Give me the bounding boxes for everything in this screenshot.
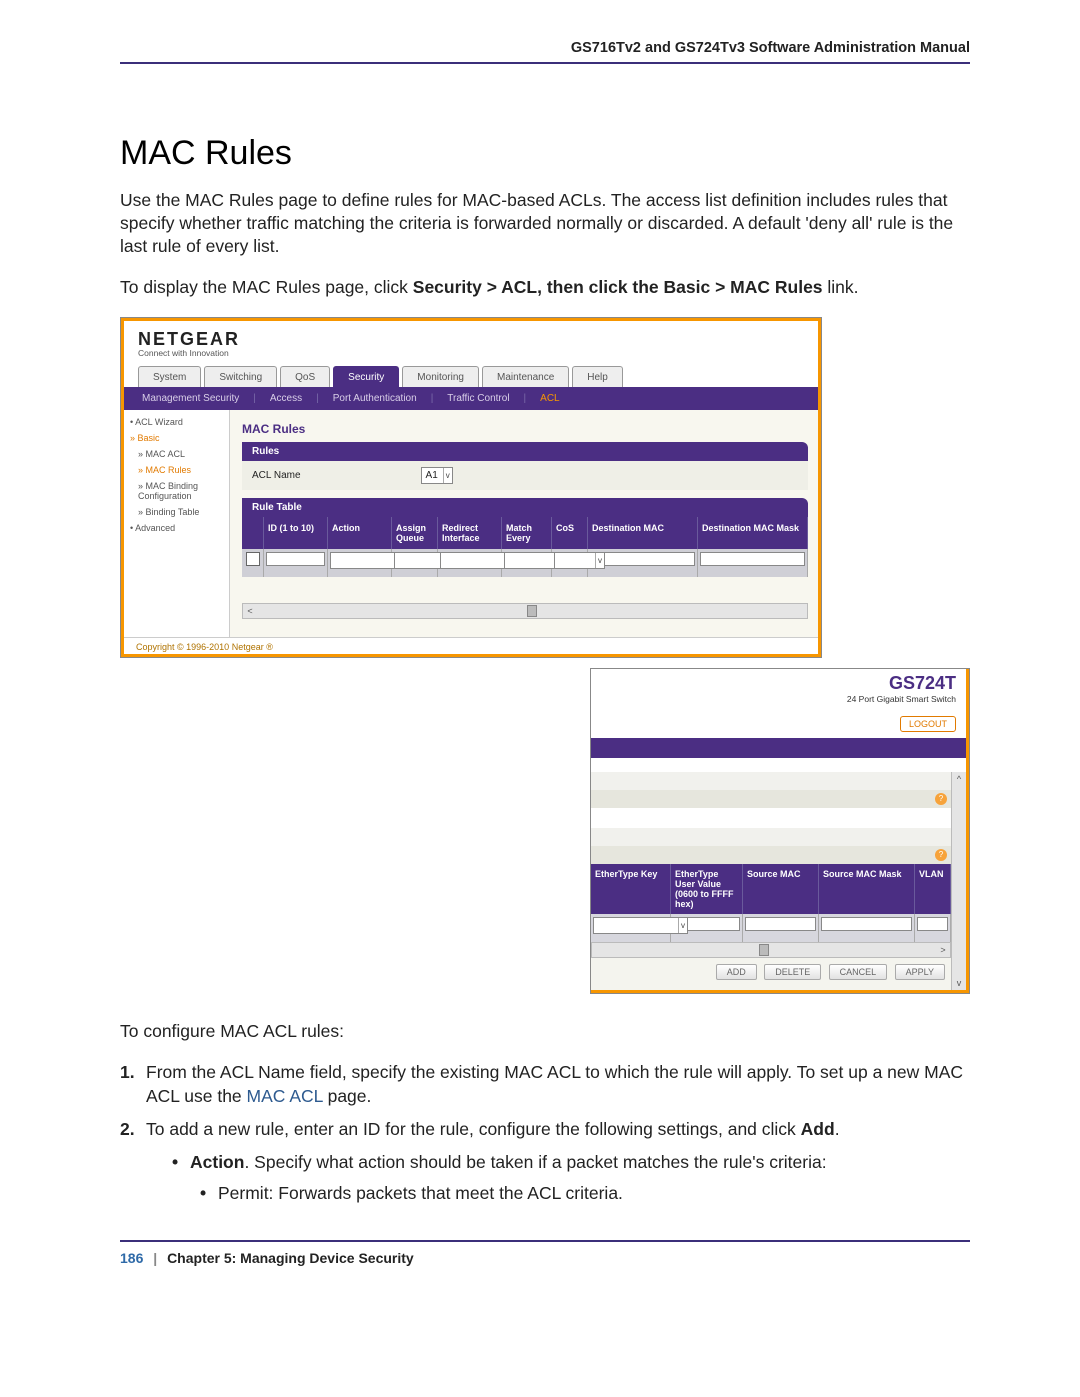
tab-maintenance[interactable]: Maintenance: [482, 366, 569, 387]
subnav-portauth[interactable]: Port Authentication: [329, 393, 421, 404]
cancel-button[interactable]: CANCEL: [829, 964, 888, 980]
product-model: GS724T 24 Port Gigabit Smart Switch: [591, 673, 966, 704]
tab-qos[interactable]: QoS: [280, 366, 330, 387]
page-footer: 186 | Chapter 5: Managing Device Securit…: [120, 1240, 970, 1266]
dest-mac-mask-input[interactable]: [700, 552, 805, 566]
tab-system[interactable]: System: [138, 366, 201, 387]
scroll-up-icon[interactable]: ^: [957, 772, 961, 786]
intro-paragraph: Use the MAC Rules page to define rules f…: [120, 189, 970, 258]
sidebar-binding-table[interactable]: » Binding Table: [124, 504, 229, 520]
bullet-action: Action. Specify what action should be ta…: [172, 1151, 970, 1174]
config-intro: To configure MAC ACL rules:: [120, 1020, 970, 1043]
scroll-down-icon[interactable]: v: [957, 976, 962, 990]
delete-button[interactable]: DELETE: [764, 964, 821, 980]
row-checkbox[interactable]: [246, 552, 260, 566]
subnav-traffic[interactable]: Traffic Control: [443, 393, 513, 404]
id-input[interactable]: [266, 552, 325, 566]
dest-mac-input[interactable]: [590, 552, 695, 566]
sidebar-advanced[interactable]: Advanced: [124, 520, 229, 536]
horizontal-scrollbar[interactable]: <: [242, 603, 808, 619]
sub-nav: Management Security| Access| Port Authen…: [124, 387, 818, 410]
sidebar-acl-wizard[interactable]: ACL Wizard: [124, 414, 229, 430]
rules-bar: Rules: [242, 442, 808, 461]
apply-button[interactable]: APPLY: [895, 964, 945, 980]
sidebar-basic[interactable]: » Basic: [124, 430, 229, 446]
bullet-permit: Permit: Forwards packets that meet the A…: [200, 1182, 970, 1205]
ethertype-key-select[interactable]: [593, 917, 688, 934]
mac-acl-link[interactable]: MAC ACL: [247, 1086, 323, 1106]
screenshot-main-ui: NETGEAR Connect with Innovation System S…: [120, 317, 822, 658]
tab-help[interactable]: Help: [572, 366, 623, 387]
ruletable-bar: Rule Table: [242, 498, 808, 517]
acl-name-select[interactable]: A1: [421, 467, 453, 484]
source-mac-mask-input[interactable]: [821, 917, 912, 931]
sidebar-mac-binding[interactable]: » MAC Binding Configuration: [124, 478, 229, 504]
sidebar: ACL Wizard » Basic » MAC ACL » MAC Rules…: [124, 410, 230, 637]
source-mac-input[interactable]: [745, 917, 816, 931]
help-icon[interactable]: ?: [935, 849, 947, 861]
subnav-access[interactable]: Access: [266, 393, 306, 404]
logout-button[interactable]: LOGOUT: [900, 716, 956, 732]
sidebar-mac-acl[interactable]: » MAC ACL: [124, 446, 229, 462]
ruletable-input-row: [242, 549, 808, 577]
cos-select[interactable]: [554, 552, 605, 569]
navigation-sentence: To display the MAC Rules page, click Sec…: [120, 276, 970, 299]
subnav-mgmtsec[interactable]: Management Security: [138, 393, 243, 404]
scroll-right-icon[interactable]: >: [936, 945, 950, 955]
scroll-left-icon[interactable]: <: [243, 606, 257, 616]
tab-switching[interactable]: Switching: [204, 366, 277, 387]
brand-logo: NETGEAR Connect with Innovation: [124, 321, 818, 360]
step-2: 2. To add a new rule, enter an ID for th…: [120, 1118, 970, 1141]
horizontal-scrollbar[interactable]: >: [591, 942, 951, 958]
tab-monitoring[interactable]: Monitoring: [402, 366, 479, 387]
step-1: 1. From the ACL Name field, specify the …: [120, 1061, 970, 1107]
section-title: MAC Rules: [120, 134, 970, 173]
sidebar-mac-rules[interactable]: » MAC Rules: [124, 462, 229, 478]
top-tabs: System Switching QoS Security Monitoring…: [124, 360, 818, 387]
document-header: GS716Tv2 and GS724Tv3 Software Administr…: [120, 40, 970, 64]
acl-name-label: ACL Name: [252, 470, 301, 481]
vertical-scrollbar[interactable]: ^ v: [951, 772, 966, 990]
subnav-acl[interactable]: ACL: [536, 393, 563, 404]
vlan-input[interactable]: [917, 917, 948, 931]
screenshot-right-ui: GS724T 24 Port Gigabit Smart Switch LOGO…: [590, 668, 970, 994]
table-b-header: EtherType Key EtherType User Value (0600…: [591, 864, 951, 914]
table-b-input-row: [591, 914, 951, 942]
panel-title: MAC Rules: [242, 422, 808, 436]
help-icon[interactable]: ?: [935, 793, 947, 805]
tab-security[interactable]: Security: [333, 366, 399, 387]
copyright: Copyright © 1996-2010 Netgear ®: [124, 637, 818, 654]
ruletable-header: ID (1 to 10) Action Assign Queue Redirec…: [242, 517, 808, 549]
add-button[interactable]: ADD: [716, 964, 757, 980]
